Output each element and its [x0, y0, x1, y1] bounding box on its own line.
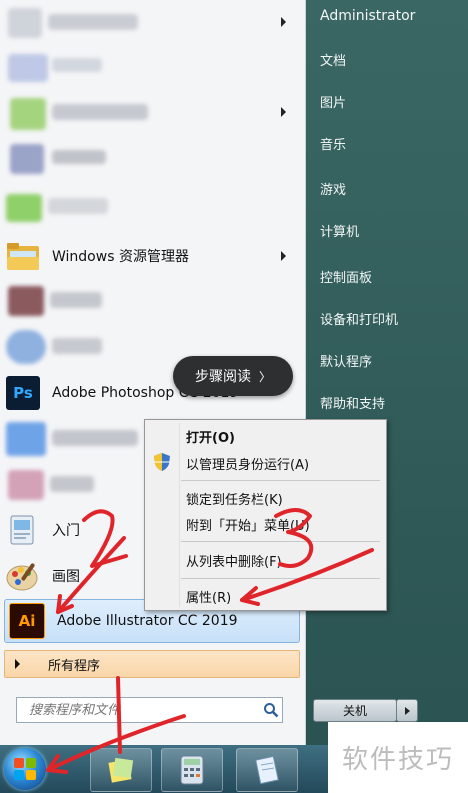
shutdown-button[interactable]: 关机	[313, 699, 397, 722]
user-name-link[interactable]: Administrator	[320, 8, 415, 24]
menu-item-run-as-admin[interactable]: 以管理员身份运行(A)	[186, 454, 309, 473]
chevron-right-icon	[404, 706, 410, 715]
step-reading-tooltip[interactable]: 步骤阅读 〉	[173, 356, 293, 396]
taskbar-notepad[interactable]	[236, 748, 298, 792]
link-computer[interactable]: 计算机	[320, 221, 359, 240]
calculator-icon	[180, 755, 204, 785]
link-music[interactable]: 音乐	[320, 134, 346, 153]
all-programs-button[interactable]: 所有程序	[4, 650, 300, 678]
menu-item-open[interactable]: 打开(O)	[186, 427, 235, 446]
link-help-support[interactable]: 帮助和支持	[320, 393, 385, 412]
link-pictures[interactable]: 图片	[320, 92, 346, 111]
notepad-icon	[255, 755, 279, 785]
link-control-panel[interactable]: 控制面板	[320, 267, 372, 286]
menu-item-remove-from-list[interactable]: 从列表中删除(F)	[186, 551, 282, 570]
windows-logo-icon	[14, 758, 36, 780]
paint-label: 画图	[52, 569, 80, 585]
start-button[interactable]	[4, 748, 46, 790]
photoshop-icon: Ps	[6, 376, 40, 410]
paint-icon	[6, 559, 40, 593]
list-item-blurred[interactable]	[0, 138, 300, 178]
tooltip-text: 步骤阅读	[194, 369, 251, 385]
taskbar-calculator[interactable]	[161, 748, 223, 792]
getting-started-label: 入门	[52, 523, 80, 539]
submenu-arrow-icon	[281, 251, 286, 261]
menu-item-pin-taskbar[interactable]: 锁定到任务栏(K)	[186, 489, 283, 508]
getting-started-icon	[6, 513, 40, 547]
list-item-blurred[interactable]	[0, 280, 300, 320]
watermark: 软件技巧	[328, 722, 468, 793]
list-item-blurred[interactable]	[0, 2, 300, 42]
link-documents[interactable]: 文档	[320, 50, 346, 69]
search-box[interactable]	[16, 697, 283, 723]
list-item-windows-explorer[interactable]: Windows 资源管理器	[0, 236, 300, 276]
shield-icon	[154, 453, 170, 471]
list-item-blurred[interactable]	[0, 46, 300, 86]
expand-arrow-icon	[15, 659, 20, 669]
context-menu: 打开(O) 以管理员身份运行(A) 锁定到任务栏(K) 附到「开始」菜单(U) …	[144, 419, 387, 611]
link-devices-printers[interactable]: 设备和打印机	[320, 309, 398, 328]
menu-item-pin-start[interactable]: 附到「开始」菜单(U)	[186, 515, 310, 534]
search-icon[interactable]	[260, 699, 282, 721]
list-item-blurred[interactable]	[0, 92, 300, 132]
all-programs-label: 所有程序	[48, 658, 101, 674]
illustrator-icon: Ai	[9, 603, 45, 639]
illustrator-label: Adobe Illustrator CC 2019	[57, 613, 238, 629]
menu-item-properties[interactable]: 属性(R)	[186, 587, 231, 606]
search-input[interactable]	[27, 701, 260, 719]
taskbar-sticky-notes[interactable]	[90, 748, 152, 792]
start-menu-right-pane: Administrator 文档 图片 音乐 游戏 计算机 控制面板 设备和打印…	[306, 0, 468, 745]
chevron-right-icon: 〉	[258, 369, 271, 384]
sticky-notes-icon	[108, 757, 134, 783]
link-games[interactable]: 游戏	[320, 179, 346, 198]
link-default-programs[interactable]: 默认程序	[320, 351, 372, 370]
list-item-blurred[interactable]	[0, 188, 300, 228]
windows-explorer-label: Windows 资源管理器	[52, 249, 189, 265]
folder-icon	[6, 239, 40, 273]
shutdown-options-button[interactable]	[396, 699, 418, 722]
